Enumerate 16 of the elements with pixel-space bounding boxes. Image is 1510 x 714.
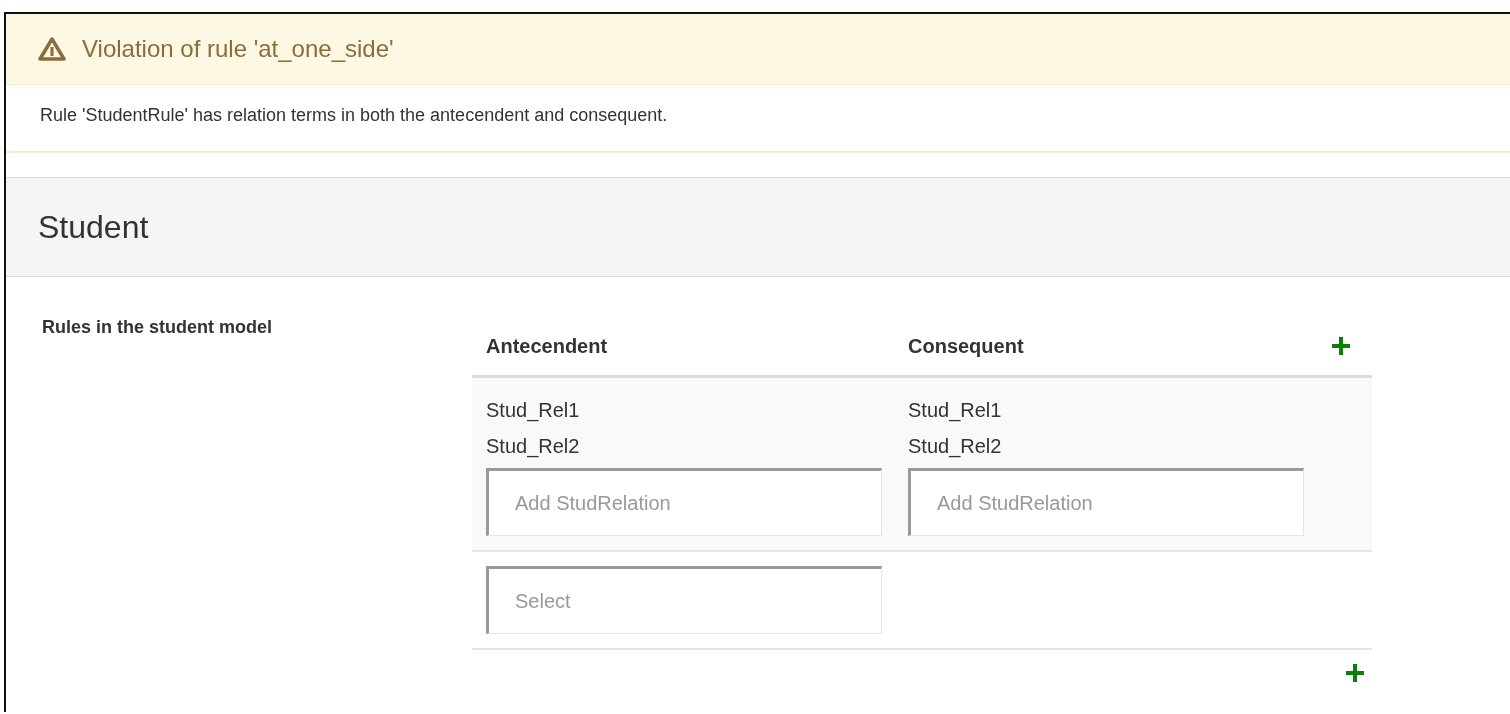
warning-icon [38, 37, 66, 61]
add-icon[interactable] [1346, 664, 1364, 682]
alert-message: Rule 'StudentRule' has relation terms in both the antecendent and consequent. [40, 105, 668, 125]
add-icon[interactable] [1332, 337, 1350, 355]
relation-term: Stud_Rel1 [908, 398, 1003, 424]
relation-input[interactable]: Add StudRelation [486, 468, 882, 536]
select-field[interactable]: Select [486, 566, 882, 634]
relation-input[interactable]: Add StudRelation [908, 468, 1304, 536]
alert-title: Violation of rule 'at_one_side' [82, 35, 394, 63]
panel-title: Student [38, 208, 149, 246]
column-header: Consequent [908, 334, 1024, 357]
relation-term: Stud_Rel2 [908, 434, 1003, 460]
column-header: Antecendent [486, 334, 608, 357]
relation-term: Stud_Rel1 [486, 398, 581, 424]
relation-term: Stud_Rel2 [486, 434, 581, 460]
rules-label: Rules in the student model [42, 317, 273, 337]
